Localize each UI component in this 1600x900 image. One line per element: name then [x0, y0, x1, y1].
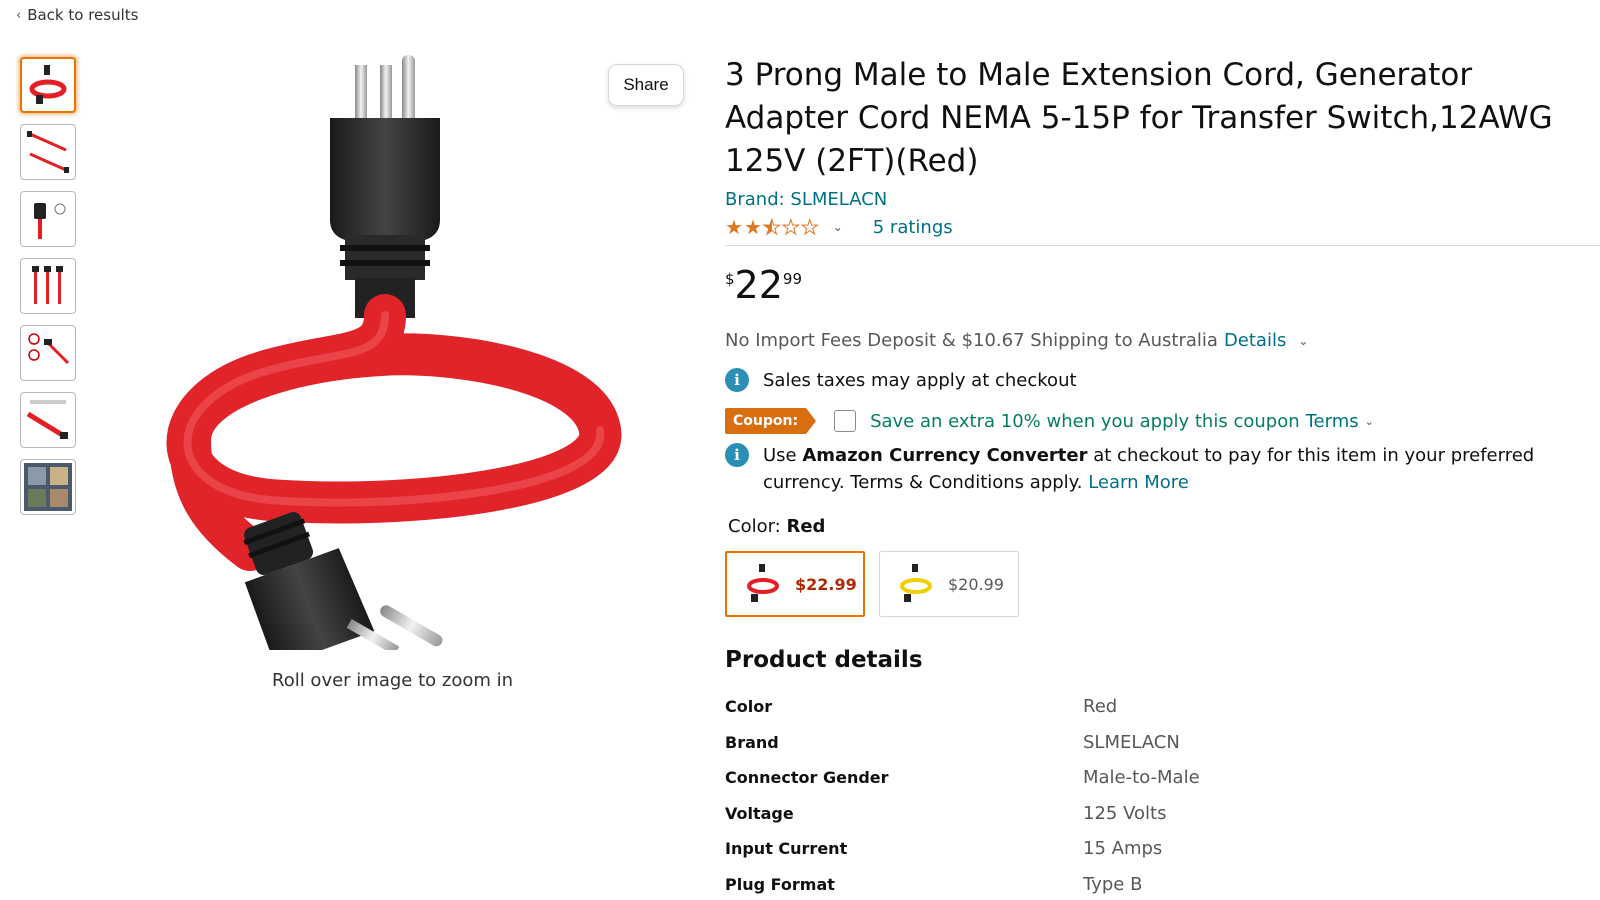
details-value: 15 Amps — [1083, 838, 1163, 860]
info-icon: i — [725, 368, 749, 392]
star-empty-icon: ★ — [800, 215, 819, 239]
thumbnail-strip — [20, 57, 78, 526]
swatch-red[interactable]: $22.99 — [725, 551, 865, 617]
star-full-icon: ★ — [743, 215, 762, 239]
thumbnail-image — [24, 463, 72, 511]
thumbnail-image — [29, 65, 67, 104]
star-half-icon: ★ — [762, 215, 781, 239]
details-key: Plug Format — [725, 874, 835, 894]
star-full-icon: ★ — [725, 215, 743, 239]
product-details-title: Product details — [725, 647, 923, 673]
divider — [725, 245, 1600, 246]
coupon-checkbox[interactable] — [834, 410, 857, 432]
thumbnail-image — [32, 266, 63, 304]
thumbnail-image — [28, 333, 70, 365]
details-value: Red — [1083, 696, 1118, 718]
star-empty-icon: ★ — [781, 215, 800, 239]
thumbnail-image — [27, 131, 69, 173]
product-info: 3 Prong Male to Male Extension Cord, Gen… — [725, 54, 1600, 900]
back-label: Back to results — [27, 6, 139, 24]
color-swatches: $22.99 $20.99 — [725, 551, 1600, 617]
details-value: Male-to-Male — [1083, 767, 1200, 789]
price: $ 22 99 — [725, 264, 1600, 310]
details-key: Input Current — [725, 839, 848, 859]
details-key: Connector Gender — [725, 768, 889, 788]
product-title: 3 Prong Male to Male Extension Cord, Gen… — [725, 57, 1553, 179]
coupon-row: Coupon: Save an extra 10% when you apply… — [725, 408, 1600, 434]
learn-more-link[interactable]: Learn More — [1088, 472, 1189, 493]
thumbnail-2[interactable] — [20, 124, 76, 180]
chevron-left-icon: ‹ — [16, 7, 22, 23]
details-row: Connector Gender Male-to-Male — [725, 760, 1600, 796]
thumbnail-7[interactable] — [20, 459, 76, 515]
thumbnail-image — [26, 400, 68, 439]
chevron-down-icon[interactable]: ⌄ — [833, 220, 843, 234]
swatch-price: $22.99 — [795, 574, 857, 594]
rating-row: ★ ★ ★ ★ ★ ⌄ 5 ratings — [725, 212, 1600, 242]
thumbnail-5[interactable] — [20, 325, 76, 381]
tax-note-text: Sales taxes may apply at checkout — [763, 370, 1077, 391]
color-label-text: Color: — [728, 516, 781, 537]
details-key: Voltage — [725, 803, 794, 823]
thumbnail-1[interactable] — [20, 57, 76, 113]
share-button[interactable]: Share — [608, 64, 684, 106]
details-key: Color — [725, 697, 773, 717]
details-row: Brand SLMELACN — [725, 725, 1600, 761]
info-icon: i — [725, 443, 749, 467]
ratings-count-link[interactable]: 5 ratings — [873, 217, 953, 238]
thumbnail-4[interactable] — [20, 258, 76, 314]
price-currency: $ — [725, 270, 735, 288]
coupon-text[interactable]: Save an extra 10% when you apply this co… — [870, 411, 1300, 432]
brand-link[interactable]: Brand: SLMELACN — [725, 189, 1600, 210]
swatch-price: $20.99 — [948, 574, 1004, 594]
details-row: Color Red — [725, 689, 1600, 725]
details-row: Plug Format Type B — [725, 867, 1600, 900]
chevron-down-icon[interactable]: ⌄ — [1298, 334, 1308, 348]
tax-note: i Sales taxes may apply at checkout — [725, 367, 1600, 394]
swatch-yellow[interactable]: $20.99 — [879, 551, 1019, 617]
converter-prefix: Use — [763, 445, 797, 466]
color-selected: Red — [786, 516, 826, 537]
star-rating[interactable]: ★ ★ ★ ★ ★ — [725, 215, 819, 239]
back-to-results-link[interactable]: ‹ Back to results — [16, 6, 138, 24]
thumbnail-3[interactable] — [20, 191, 76, 247]
details-value: SLMELACN — [1083, 731, 1180, 753]
color-label: Color: Red — [728, 516, 1600, 537]
yellow-cord-icon — [900, 564, 932, 602]
details-row: Voltage 125 Volts — [725, 796, 1600, 832]
coupon-badge: Coupon: — [725, 408, 817, 434]
thumbnail-6[interactable] — [20, 392, 76, 448]
details-key: Brand — [725, 732, 779, 752]
chevron-down-icon[interactable]: ⌄ — [1365, 415, 1374, 428]
extension-cord-image — [166, 55, 622, 667]
red-cord-icon — [747, 564, 779, 602]
shipping-text: No Import Fees Deposit & $10.67 Shipping… — [725, 330, 1218, 351]
product-details-table: Color Red Brand SLMELACN Connector Gende… — [725, 689, 1600, 900]
details-value: Type B — [1083, 873, 1143, 895]
converter-bold: Amazon Currency Converter — [802, 445, 1088, 466]
currency-converter-note: i Use Amazon Currency Converter at check… — [725, 442, 1600, 496]
main-product-image[interactable] — [150, 50, 630, 667]
zoom-hint: Roll over image to zoom in — [272, 670, 514, 691]
shipping-info: No Import Fees Deposit & $10.67 Shipping… — [725, 330, 1600, 351]
price-whole: 22 — [734, 263, 783, 307]
price-fraction: 99 — [782, 270, 802, 288]
coupon-terms-link[interactable]: Terms — [1306, 411, 1359, 432]
shipping-details-link[interactable]: Details — [1224, 330, 1286, 351]
converter-text: Use Amazon Currency Converter at checkou… — [763, 442, 1600, 496]
details-row: Input Current 15 Amps — [725, 831, 1600, 867]
thumbnail-image — [34, 203, 66, 239]
details-value: 125 Volts — [1083, 802, 1167, 824]
